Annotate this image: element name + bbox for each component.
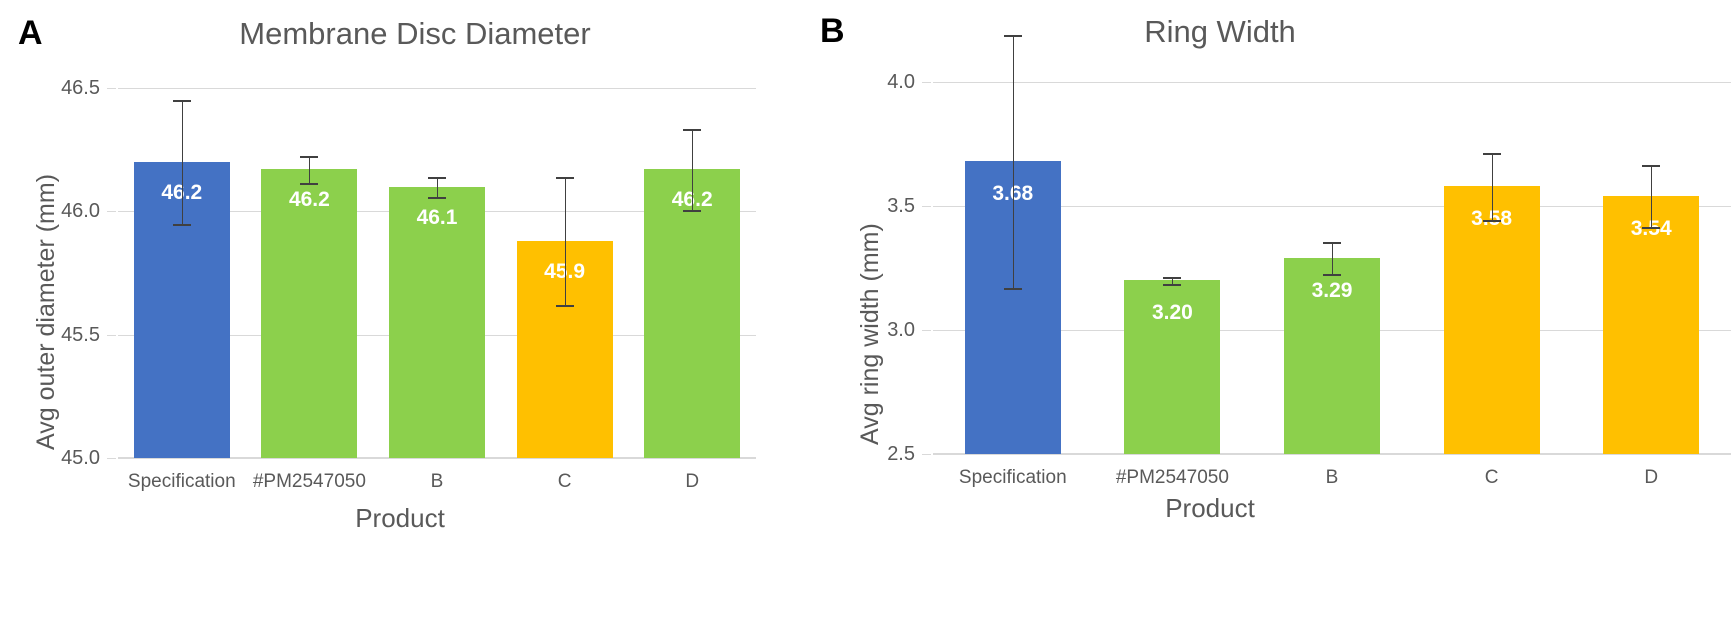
gridline xyxy=(118,88,756,89)
error-bar xyxy=(692,128,694,211)
y-tick-mark xyxy=(922,330,931,331)
error-bar-cap-lower xyxy=(1003,287,1022,290)
error-bar-cap-lower xyxy=(172,223,191,226)
error-bar-cap-upper xyxy=(683,128,702,131)
x-tick-label: D xyxy=(685,471,700,492)
y-tick-label: 45.0 xyxy=(61,447,100,469)
y-tick-label: 3.5 xyxy=(887,195,915,217)
bar-value-label: 3.29 xyxy=(1311,279,1353,303)
error-bar xyxy=(309,155,311,183)
chart-title-b: Ring Width xyxy=(1144,14,1296,49)
error-bar-cap-lower xyxy=(555,305,574,308)
plot-area-a: 46.5 46.0 45.5 45.0 46.2 Specification 46.2 #PM… xyxy=(61,78,756,491)
error-bar xyxy=(564,176,566,306)
x-tick-label: Specification xyxy=(127,471,236,492)
error-bar-cap-upper xyxy=(1642,165,1661,168)
x-tick-label: #PM2547050 xyxy=(1115,467,1229,488)
y-tick-mark xyxy=(922,454,931,455)
x-tick-label: #PM2547050 xyxy=(252,471,366,492)
y-tick-mark xyxy=(107,458,116,459)
error-bar xyxy=(1012,34,1014,288)
error-bar-cap-lower xyxy=(1642,227,1661,230)
y-tick-label: 46.0 xyxy=(61,200,100,223)
error-bar-cap-lower xyxy=(1163,284,1182,287)
y-tick-mark xyxy=(922,206,931,207)
error-bar-cap-lower xyxy=(1482,219,1501,222)
y-tick-mark xyxy=(107,334,116,336)
y-tick-label: 46.5 xyxy=(61,77,100,99)
error-bar-cap-upper xyxy=(300,155,319,158)
x-tick-label: B xyxy=(1325,467,1339,488)
error-bar xyxy=(181,100,183,224)
panel-a: A Membrane Disc Diameter Avg outer diame… xyxy=(0,0,820,618)
error-bar-cap-upper xyxy=(1163,276,1182,279)
y-tick-mark xyxy=(922,82,931,83)
x-tick-label: D xyxy=(1644,467,1659,488)
x-tick-label: C xyxy=(1484,467,1499,488)
error-bar xyxy=(437,176,438,197)
y-tick-label: 2.5 xyxy=(887,443,915,465)
y-tick-label: 45.5 xyxy=(61,323,100,346)
gridline xyxy=(933,82,1731,83)
panel-letter-a: A xyxy=(18,14,43,52)
error-bar xyxy=(1332,241,1333,275)
x-tick-label: B xyxy=(430,471,444,492)
error-bar-cap-lower xyxy=(300,182,319,185)
x-axis-title-b: Product xyxy=(1165,493,1255,523)
error-bar xyxy=(1651,165,1653,228)
plot-area-b: 4.0 3.5 3.0 2.5 3.68 Specification 3.20 #PM2547… xyxy=(887,34,1731,487)
error-bar-cap-upper xyxy=(1003,34,1022,37)
chart-title-a: Membrane Disc Diameter xyxy=(239,16,591,51)
bar-value-label: 46.2 xyxy=(288,188,330,212)
x-tick-label: Specification xyxy=(958,467,1067,488)
panel-letter-b: B xyxy=(820,12,845,50)
bar xyxy=(644,169,741,458)
error-bar-cap-lower xyxy=(683,210,702,213)
bar-value-label: 46.1 xyxy=(416,205,458,229)
error-bar-cap-lower xyxy=(428,196,446,199)
panel-b: B Ring Width Avg ring width (mm) Product… xyxy=(820,0,1731,618)
x-tick-label: C xyxy=(557,471,572,492)
error-bar-cap-upper xyxy=(428,176,446,179)
x-axis-title-a: Product xyxy=(355,503,445,533)
y-tick-mark xyxy=(107,88,116,89)
y-tick-label: 4.0 xyxy=(887,71,915,93)
y-tick-label: 3.0 xyxy=(887,319,915,341)
error-bar-cap-upper xyxy=(555,176,574,179)
error-bar xyxy=(1491,152,1493,220)
error-bar-cap-lower xyxy=(1323,274,1341,277)
error-bar-cap-upper xyxy=(1482,152,1501,155)
error-bar-cap-upper xyxy=(172,100,191,103)
error-bar-cap-upper xyxy=(1323,241,1341,244)
y-tick-mark xyxy=(107,211,116,213)
bar-value-label: 3.20 xyxy=(1151,301,1193,325)
bar xyxy=(261,169,358,458)
